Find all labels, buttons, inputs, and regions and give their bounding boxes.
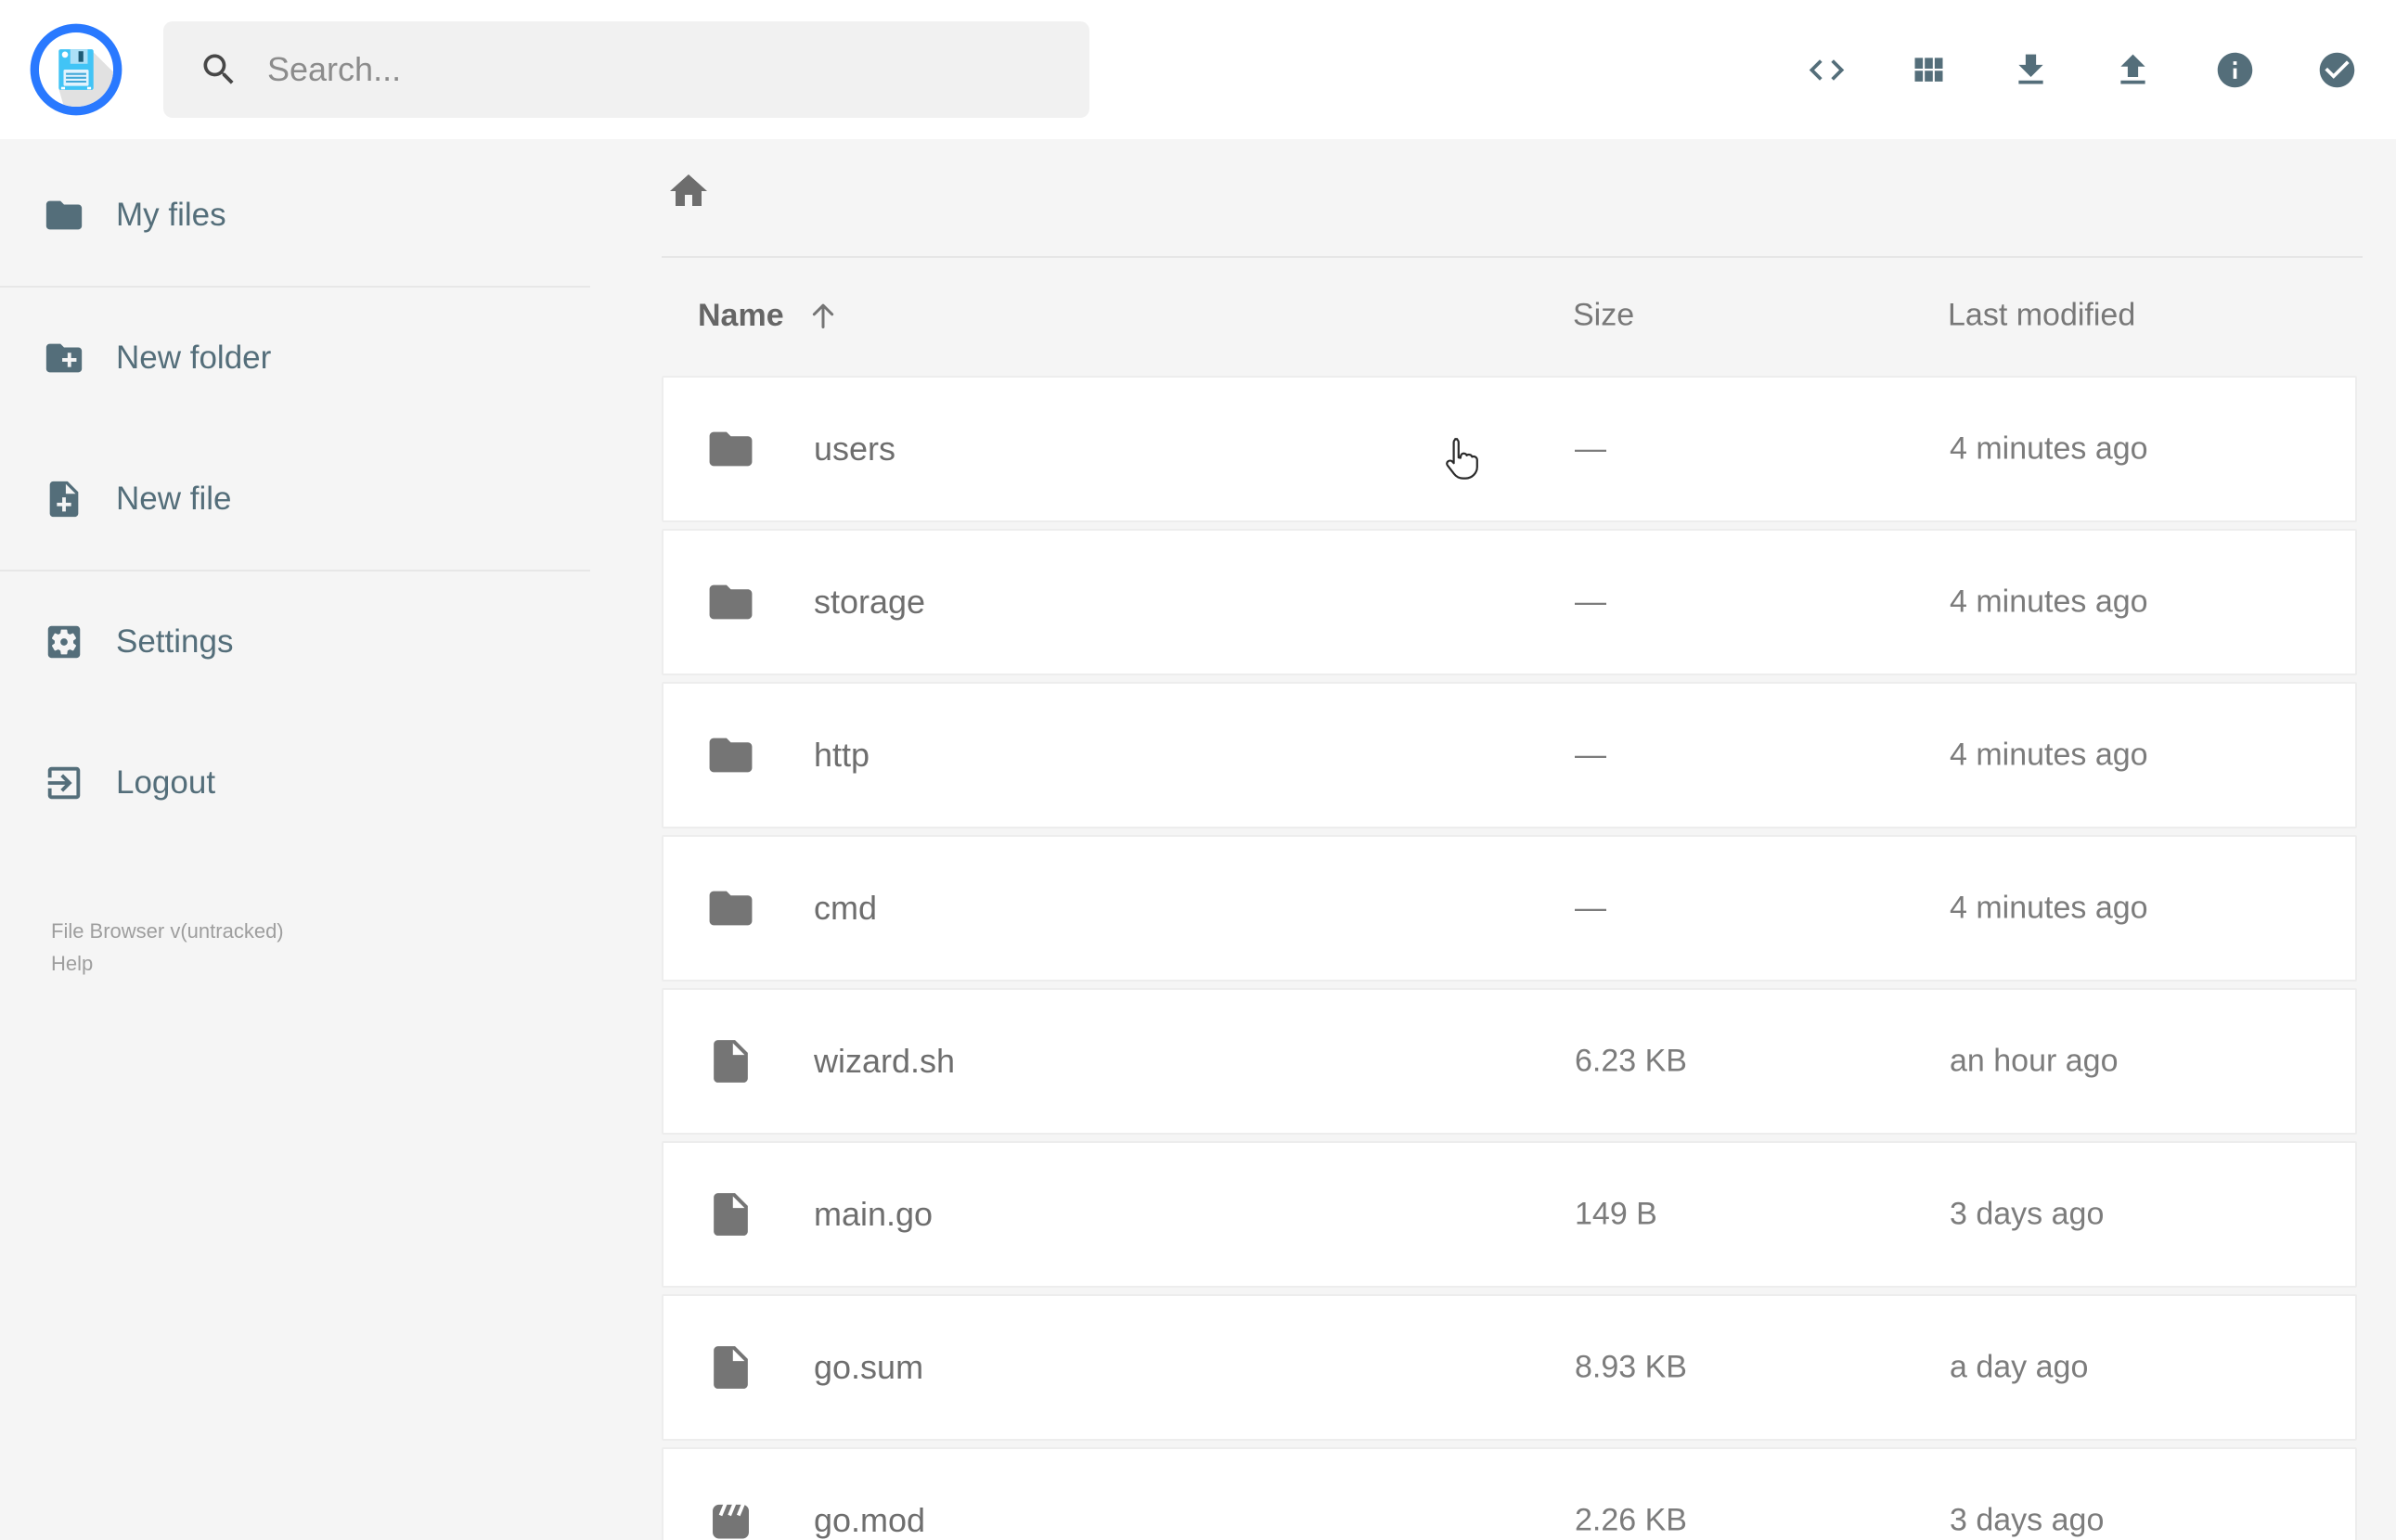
download-button[interactable] [2008, 47, 2053, 92]
file-row[interactable]: storage — 4 minutes ago [662, 529, 2357, 675]
floppy-disk-logo-icon [28, 21, 124, 118]
app-logo[interactable] [28, 21, 124, 118]
header-actions [1804, 0, 2359, 139]
column-header-size[interactable]: Size [1573, 298, 1634, 334]
file-name: go.sum [814, 1348, 924, 1386]
file-row[interactable]: users — 4 minutes ago [662, 376, 2357, 522]
sidebar-item-label: New file [116, 481, 232, 517]
info-icon [2214, 49, 2256, 91]
file-row[interactable]: cmd — 4 minutes ago [662, 835, 2357, 982]
sidebar-item-logout[interactable]: Logout [0, 712, 612, 853]
info-button[interactable] [2212, 47, 2257, 92]
file-size: 149 B [1575, 1196, 1657, 1232]
file-modified: a day ago [1950, 1349, 2089, 1385]
file-browser-app: My files New folder New file Settings Lo… [0, 0, 2396, 1540]
file-name: go.mod [814, 1501, 926, 1539]
version-link[interactable]: File Browser v(untracked) [51, 915, 284, 947]
file-row[interactable]: wizard.sh 6.23 KB an hour ago [662, 988, 2357, 1135]
file-modified: 4 minutes ago [1950, 737, 2148, 773]
sidebar-item-new-folder[interactable]: New folder [0, 288, 612, 429]
file-size: 6.23 KB [1575, 1043, 1687, 1079]
folder-icon [705, 577, 756, 628]
select-multiple-button[interactable] [2314, 47, 2359, 92]
help-link[interactable]: Help [51, 947, 284, 980]
file-modified: 3 days ago [1950, 1196, 2105, 1232]
app-header [0, 0, 2396, 139]
file-modified: 4 minutes ago [1950, 430, 2148, 467]
grid-view-button[interactable] [1906, 47, 1951, 92]
file-icon [705, 1036, 756, 1087]
sidebar-item-label: Settings [116, 623, 234, 660]
file-size: — [1575, 584, 1606, 620]
file-name: storage [814, 583, 926, 621]
folder-icon [705, 424, 756, 475]
file-name: wizard.sh [814, 1042, 956, 1080]
sidebar: My files New folder New file Settings Lo… [0, 139, 612, 853]
file-row[interactable]: http — 4 minutes ago [662, 682, 2357, 828]
sidebar-item-settings[interactable]: Settings [0, 571, 612, 712]
file-modified: an hour ago [1950, 1043, 2119, 1079]
code-view-button[interactable] [1804, 47, 1849, 92]
upload-button[interactable] [2110, 47, 2155, 92]
search-bar[interactable] [163, 21, 1089, 118]
movie-icon [705, 1495, 756, 1540]
column-header-name[interactable]: Name [698, 297, 842, 334]
upload-icon [2112, 49, 2154, 91]
grid-view-icon [1908, 49, 1950, 91]
folder-icon [705, 730, 756, 781]
file-name: users [814, 430, 896, 468]
check-circle-icon [2316, 49, 2358, 91]
search-input[interactable] [265, 49, 1030, 90]
file-name: http [814, 736, 870, 774]
file-row[interactable]: main.go 149 B 3 days ago [662, 1141, 2357, 1288]
file-name: cmd [814, 889, 878, 927]
settings-icon [43, 621, 85, 663]
file-modified: 3 days ago [1950, 1502, 2105, 1538]
search-icon [199, 49, 239, 90]
sidebar-item-label: My files [116, 197, 226, 233]
file-size: 2.26 KB [1575, 1502, 1687, 1538]
file-size: — [1575, 737, 1606, 773]
file-size: 8.93 KB [1575, 1349, 1687, 1385]
file-name: main.go [814, 1195, 934, 1233]
sidebar-credits: File Browser v(untracked) Help [51, 915, 284, 980]
sidebar-item-new-file[interactable]: New file [0, 429, 612, 570]
listing-column-headers: Name Size Last modified [662, 289, 2357, 341]
sort-ascending-icon [805, 297, 842, 334]
sidebar-item-my-files[interactable]: My files [0, 145, 612, 286]
sidebar-item-label: Logout [116, 764, 216, 801]
file-modified: 4 minutes ago [1950, 890, 2148, 926]
file-icon [705, 1342, 756, 1393]
file-icon [705, 1189, 756, 1240]
new-folder-icon [43, 337, 85, 379]
download-icon [2010, 49, 2052, 91]
file-modified: 4 minutes ago [1950, 584, 2148, 620]
file-size: — [1575, 430, 1606, 467]
folder-icon [705, 883, 756, 934]
file-row[interactable]: go.sum 8.93 KB a day ago [662, 1294, 2357, 1441]
sidebar-item-label: New folder [116, 340, 272, 376]
home-icon [666, 169, 711, 213]
file-row[interactable]: go.mod 2.26 KB 3 days ago [662, 1447, 2357, 1540]
code-icon [1806, 49, 1848, 91]
folder-icon [43, 194, 85, 237]
logout-icon [43, 762, 85, 804]
column-header-modified[interactable]: Last modified [1948, 298, 2135, 334]
file-size: — [1575, 890, 1606, 926]
new-file-icon [43, 478, 85, 520]
breadcrumb-divider [662, 256, 2363, 258]
breadcrumb-home-button[interactable] [666, 169, 711, 213]
